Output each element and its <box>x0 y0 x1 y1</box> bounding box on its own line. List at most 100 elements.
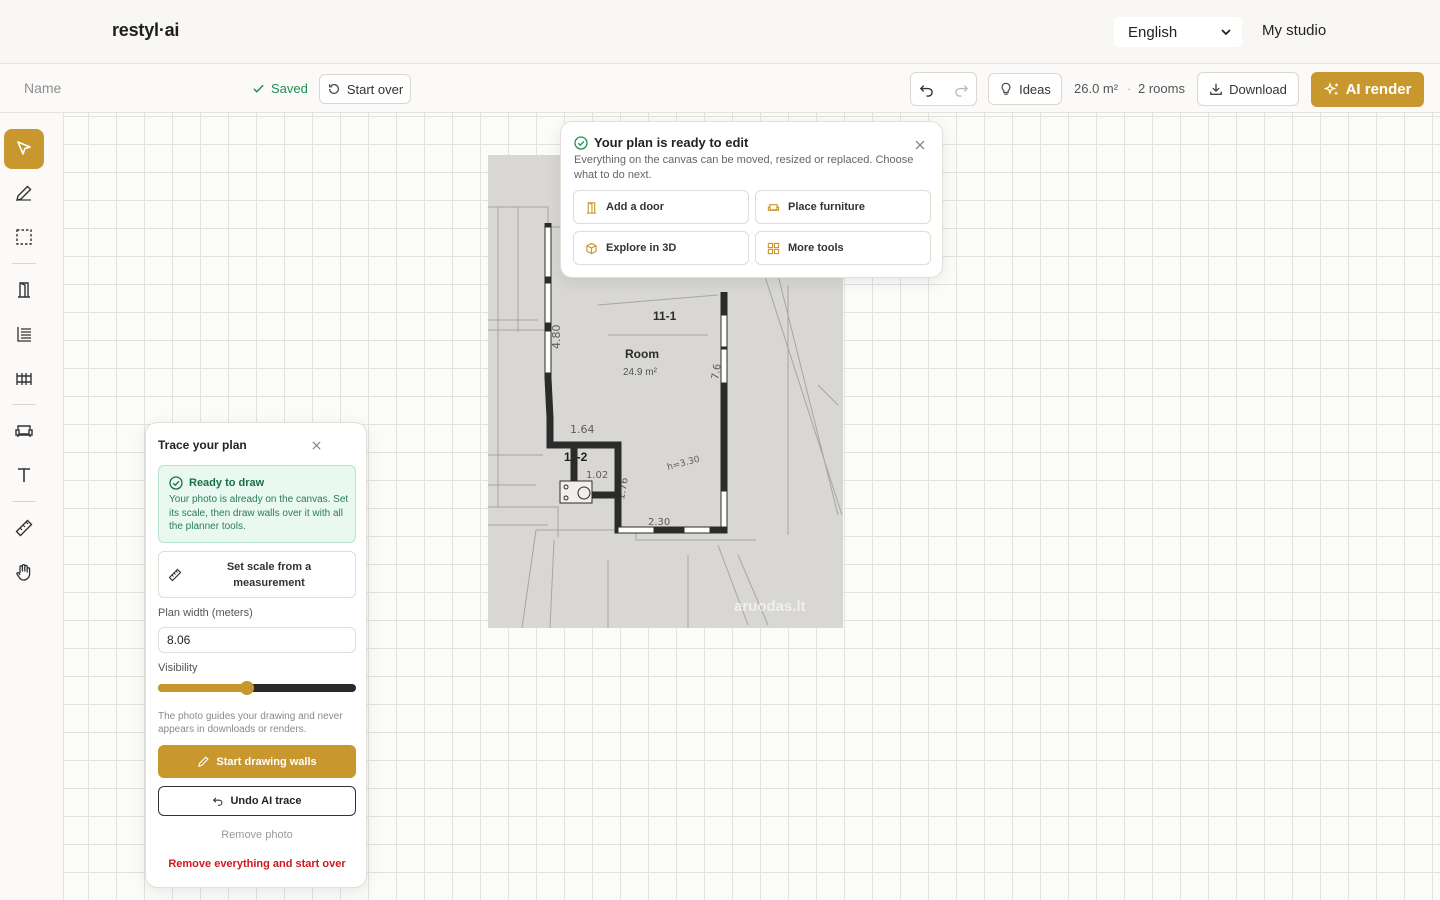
plan-area: 26.0 m² <box>1074 81 1119 96</box>
popover-title: Your plan is ready to edit <box>594 135 749 150</box>
text-tool-button[interactable] <box>4 455 44 495</box>
sidebar-divider <box>12 263 36 264</box>
sparkles-icon <box>1323 81 1338 95</box>
room-code-label: 11-1 <box>653 309 677 323</box>
stairs-icon <box>17 327 31 342</box>
language-select[interactable]: English <box>1114 17 1242 47</box>
text-icon <box>18 468 30 482</box>
place-furniture-label: Place furniture <box>788 201 866 213</box>
sidebar-divider <box>12 404 36 405</box>
ruler-icon <box>15 519 33 537</box>
room-area-label: 24.9 m² <box>623 367 658 378</box>
chevron-down-icon <box>1221 29 1231 36</box>
plan-width-label: Plan width (meters) <box>158 607 253 619</box>
ready-to-draw-notice: Ready to draw Your photo is already on t… <box>158 465 356 543</box>
check-circle-icon <box>574 136 588 150</box>
download-button[interactable]: Download <box>1197 72 1299 106</box>
add-door-label: Add a door <box>606 201 665 213</box>
sofa-icon <box>767 203 780 211</box>
visibility-slider[interactable] <box>158 681 356 695</box>
close-icon[interactable] <box>311 440 322 451</box>
check-icon <box>253 84 264 93</box>
visibility-slider-thumb[interactable] <box>240 681 255 695</box>
rotate-ccw-icon <box>328 83 339 94</box>
undo-ai-trace-button[interactable]: Undo AI trace <box>158 786 356 816</box>
start-drawing-walls-button[interactable]: Start drawing walls <box>158 745 356 778</box>
ai-render-button[interactable]: AI render <box>1311 72 1424 107</box>
close-icon[interactable] <box>914 139 926 151</box>
grid-icon <box>767 242 780 254</box>
plan-ready-popover: Your plan is ready to edit Everything on… <box>560 121 943 278</box>
ready-title: Ready to draw <box>189 477 265 489</box>
set-scale-button[interactable]: Set scale from a measurement <box>158 551 356 598</box>
ai-render-label: AI render <box>1345 81 1412 98</box>
selection-rect-tool-button[interactable] <box>4 217 44 257</box>
lightbulb-icon <box>1001 82 1011 95</box>
explore-3d-button[interactable]: Explore in 3D <box>573 231 749 265</box>
download-icon <box>1210 83 1222 95</box>
undo-redo-group <box>910 72 977 106</box>
app-logo[interactable]: restyl·ai <box>112 20 179 41</box>
set-scale-label: Set scale from a measurement <box>226 561 312 589</box>
explore-3d-label: Explore in 3D <box>606 242 677 254</box>
undo-icon[interactable] <box>919 82 934 97</box>
pan-tool-button[interactable] <box>4 552 44 592</box>
tool-sidebar <box>0 113 64 900</box>
pencil-icon <box>198 756 210 767</box>
pencil-tool-button[interactable] <box>4 173 44 213</box>
language-value: English <box>1128 23 1178 41</box>
door-icon <box>18 282 30 298</box>
saved-status: Saved <box>252 81 308 96</box>
room-name-label: Room <box>625 347 659 361</box>
remove-photo-button[interactable]: Remove photo <box>146 829 368 841</box>
remove-everything-button[interactable]: Remove everything and start over <box>146 858 368 870</box>
start-drawing-label: Start drawing walls <box>216 755 317 768</box>
undo-ai-trace-label: Undo AI trace <box>230 795 302 807</box>
ruler-tool-button[interactable] <box>4 508 44 548</box>
saved-label: Saved <box>271 81 308 96</box>
ideas-label: Ideas <box>1019 81 1051 97</box>
more-tools-label: More tools <box>788 242 844 254</box>
plan-width-input[interactable]: 8.06 <box>158 627 356 653</box>
dimension-label: 2.30 <box>648 517 670 528</box>
door-icon <box>586 201 597 214</box>
visibility-label: Visibility <box>158 662 198 674</box>
dimension-label: 1.64 <box>570 423 595 436</box>
ruler-icon <box>168 568 182 582</box>
door-tool-button[interactable] <box>4 270 44 310</box>
my-studio-link[interactable]: My studio <box>1262 22 1326 39</box>
furniture-tool-button[interactable] <box>4 411 44 451</box>
place-furniture-button[interactable]: Place furniture <box>755 190 931 224</box>
select-tool-button[interactable] <box>4 129 44 169</box>
add-door-button[interactable]: Add a door <box>573 190 749 224</box>
dimension-label: 1.02 <box>586 470 608 481</box>
photo-hint: The photo guides your drawing and never … <box>158 711 343 735</box>
separator-dot: · <box>1127 81 1132 96</box>
undo-icon <box>213 797 223 806</box>
ideas-button[interactable]: Ideas <box>988 73 1062 105</box>
dimension-label: 4.80 <box>550 325 563 350</box>
download-label: Download <box>1229 81 1287 97</box>
check-circle-icon <box>169 476 183 490</box>
project-name-input[interactable]: Name <box>24 80 61 96</box>
more-tools-button[interactable]: More tools <box>755 231 931 265</box>
trace-panel-title: Trace your plan <box>158 438 247 452</box>
project-toolbar: Name Saved Start over Ideas 26.0 m² · 2 … <box>0 65 1440 113</box>
fence-icon <box>16 373 32 385</box>
start-over-label: Start over <box>346 81 404 97</box>
cursor-arrow-icon <box>17 141 31 155</box>
sofa-icon <box>15 425 33 437</box>
sidebar-divider <box>12 501 36 502</box>
top-bar: restyl·ai English My studio <box>0 0 1440 64</box>
redo-icon[interactable] <box>954 82 969 97</box>
fence-tool-button[interactable] <box>4 358 44 398</box>
hand-icon <box>16 564 31 581</box>
pencil-icon <box>16 185 32 201</box>
cube-icon <box>586 242 597 254</box>
watermark-label: aruodas.lt <box>734 598 806 615</box>
popover-description: Everything on the canvas can be moved, r… <box>574 154 914 181</box>
start-over-button[interactable]: Start over <box>319 74 411 104</box>
trace-plan-panel: Trace your plan Ready to draw Your photo… <box>145 422 367 888</box>
dashed-rectangle-icon <box>16 229 32 245</box>
stairs-tool-button[interactable] <box>4 314 44 354</box>
